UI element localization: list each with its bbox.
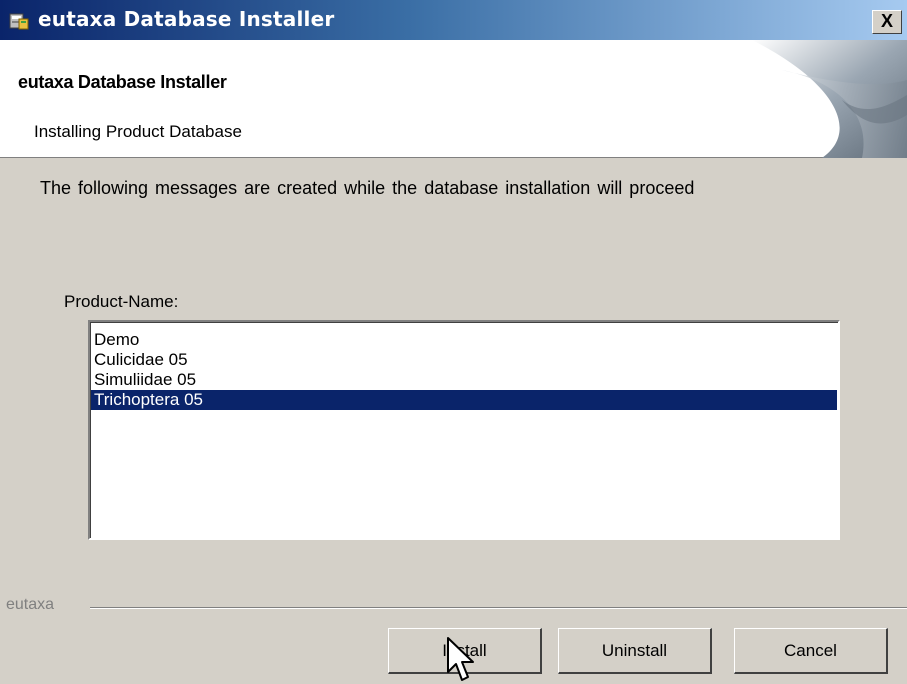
product-listbox[interactable]: Demo Culicidae 05 Simuliidae 05 Trichopt…: [88, 320, 840, 540]
footer-divider: [90, 607, 907, 609]
uninstall-button[interactable]: Uninstall: [558, 628, 712, 674]
header-subtitle: Installing Product Database: [34, 122, 242, 141]
list-item[interactable]: Demo: [91, 330, 837, 350]
product-name-label: Product-Name:: [64, 292, 179, 311]
status-message: The following messages are created while…: [40, 178, 695, 198]
title-bar[interactable]: eutaxa Database Installer X: [0, 0, 907, 40]
list-item[interactable]: Simuliidae 05: [91, 370, 837, 390]
cancel-button[interactable]: Cancel: [734, 628, 888, 674]
window-title: eutaxa Database Installer: [38, 7, 335, 31]
close-icon: X: [880, 11, 893, 31]
list-item[interactable]: Culicidae 05: [91, 350, 837, 370]
header-title: eutaxa Database Installer: [18, 72, 227, 92]
close-button[interactable]: X: [872, 10, 902, 34]
header-curl-graphic-icon: [752, 40, 907, 158]
installer-box-icon: [9, 13, 29, 30]
mouse-pointer-icon: [447, 637, 474, 681]
list-item-selected[interactable]: Trichoptera 05: [91, 390, 837, 410]
brand-label: eutaxa: [6, 596, 61, 614]
